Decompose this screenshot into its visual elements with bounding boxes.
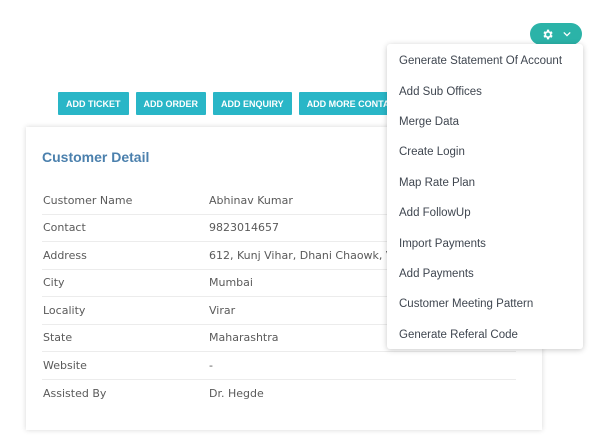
menu-item-add-followup[interactable]: Add FollowUp	[387, 198, 583, 228]
chevron-down-icon	[563, 31, 571, 37]
detail-value: -	[209, 358, 213, 372]
detail-row-website: Website -	[42, 352, 516, 380]
detail-label: State	[43, 331, 73, 345]
detail-label: City	[43, 276, 65, 290]
add-enquiry-button[interactable]: ADD ENQUIRY	[213, 92, 292, 115]
menu-item-import-payments[interactable]: Import Payments	[387, 228, 583, 258]
detail-value: Dr. Hegde	[209, 386, 264, 400]
detail-label: Address	[43, 248, 87, 262]
card-title: Customer Detail	[42, 149, 150, 165]
menu-item-customer-meeting-pattern[interactable]: Customer Meeting Pattern	[387, 289, 583, 319]
menu-item-add-payments[interactable]: Add Payments	[387, 259, 583, 289]
detail-label: Locality	[43, 303, 86, 317]
menu-item-map-rate-plan[interactable]: Map Rate Plan	[387, 168, 583, 198]
menu-item-generate-statement[interactable]: Generate Statement Of Account	[387, 46, 583, 76]
detail-label: Assisted By	[43, 386, 107, 400]
menu-item-add-sub-offices[interactable]: Add Sub Offices	[387, 76, 583, 106]
detail-label: Website	[43, 358, 87, 372]
detail-label: Contact	[43, 221, 86, 235]
action-toolbar: ADD TICKET ADD ORDER ADD ENQUIRY ADD MOR…	[58, 92, 416, 115]
add-ticket-button[interactable]: ADD TICKET	[58, 92, 129, 115]
menu-item-create-login[interactable]: Create Login	[387, 137, 583, 167]
menu-item-merge-data[interactable]: Merge Data	[387, 107, 583, 137]
settings-dropdown-menu: Generate Statement Of Account Add Sub Of…	[387, 44, 583, 349]
detail-row-assisted-by: Assisted By Dr. Hegde	[42, 380, 516, 408]
detail-label: Customer Name	[43, 193, 133, 207]
menu-item-generate-referal-code[interactable]: Generate Referal Code	[387, 320, 583, 350]
settings-dropdown-button[interactable]	[530, 23, 582, 45]
add-order-button[interactable]: ADD ORDER	[135, 92, 207, 115]
gear-icon	[541, 28, 554, 41]
